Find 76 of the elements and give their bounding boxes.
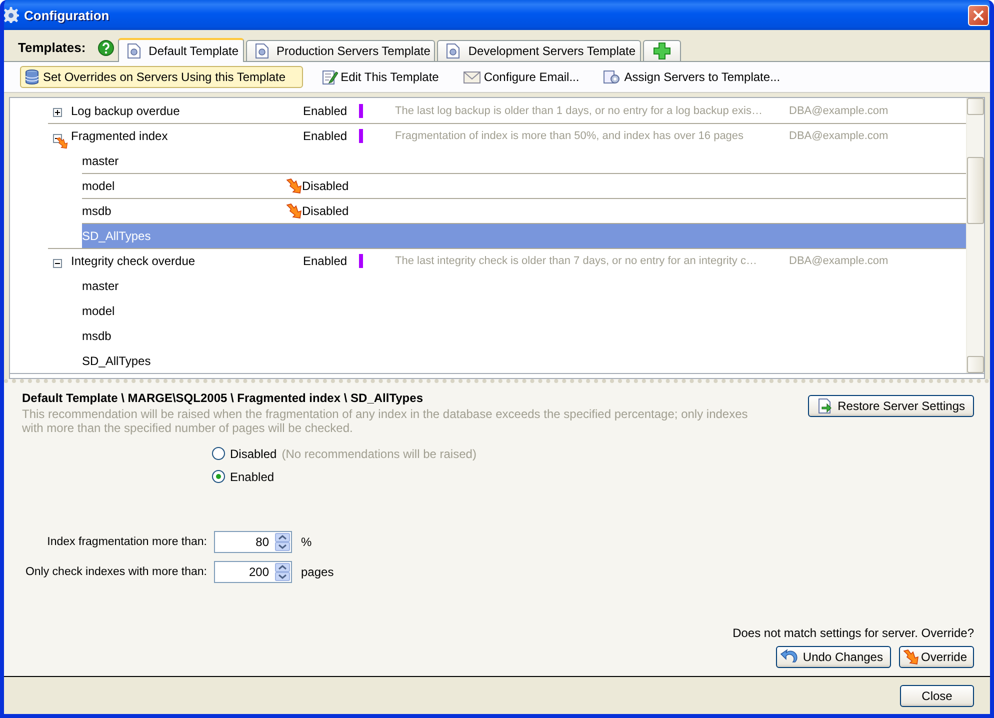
status-text: Disabled [302, 204, 350, 218]
field-label: Index fragmentation more than: [46, 536, 207, 548]
database-row[interactable]: model [82, 298, 966, 323]
database-name: model [82, 179, 116, 193]
window-title: Configuration [24, 8, 110, 22]
option-note: (No recommendations will be raised) [282, 446, 476, 460]
close-button[interactable] [968, 4, 989, 26]
field-label: Only check indexes with more than: [24, 566, 207, 578]
undo-icon [780, 649, 798, 665]
unit-label: % [301, 535, 312, 549]
database-icon [24, 69, 40, 85]
document-icon [126, 42, 141, 58]
radio-button[interactable] [212, 470, 225, 483]
rule-description: The last log backup is older than 1 days, or no entry for a log backup exis… [395, 104, 764, 116]
option-label[interactable]: Disabled [230, 446, 277, 460]
database-name: master [82, 278, 120, 292]
database-row[interactable]: model Disabled [82, 173, 966, 198]
rule-description: The last integrity check is older than 7 days, or no entry for an integrity c… [395, 255, 758, 267]
database-row[interactable]: master [82, 273, 966, 298]
database-name: master [82, 154, 120, 168]
toolbar-button[interactable]: Edit This Template [316, 66, 444, 88]
template-tab[interactable]: Default Template [118, 38, 244, 62]
breadcrumb-path: Default Template \ MARGE\SQL2005 \ Fragmented index \ SD_AllTypes [22, 391, 424, 405]
database-row[interactable]: SD_AllTypes [82, 348, 966, 373]
add-tab-button[interactable] [642, 40, 681, 61]
status-text: Disabled [302, 179, 350, 193]
database-name: msdb [82, 204, 112, 218]
database-row[interactable]: msdb [82, 323, 966, 348]
envelope-icon [462, 70, 481, 84]
rule-row[interactable]: Log backup overdue Enabled The last log backup is older than 1 days, or no entry for a log backup exis… DBA@example.com [48, 98, 966, 123]
database-row[interactable]: master [82, 148, 966, 173]
undo-button[interactable]: Undo Changes [776, 646, 891, 668]
mismatch-message: Does not match settings for server. Override? [732, 626, 974, 640]
email-address: DBA@example.com [789, 130, 890, 142]
close-icon [973, 10, 984, 20]
help-icon [98, 40, 114, 56]
unit-label: pages [301, 565, 334, 579]
override-button[interactable]: Override [898, 646, 974, 668]
toolbar-button[interactable]: Configure Email... [458, 66, 584, 88]
restore-icon [816, 398, 833, 414]
status-text: Enabled [303, 254, 348, 268]
status-text: Enabled [303, 104, 348, 118]
close-dialog-button[interactable]: Close [900, 684, 974, 706]
template-tab[interactable]: Development Servers Template [437, 40, 641, 61]
rule-description: Fragmentation of index is more than 50%, and index has over 16 pages [395, 130, 745, 142]
database-name: model [82, 304, 116, 318]
arrow-icon [902, 649, 919, 665]
toolbar-button[interactable]: Assign Servers to Template... [598, 66, 786, 88]
expand-icon[interactable] [53, 108, 62, 117]
spin-buttons[interactable] [275, 563, 290, 581]
status-text: Enabled [303, 129, 348, 143]
rule-name[interactable]: Log backup overdue [67, 104, 285, 118]
email-address: DBA@example.com [789, 255, 890, 267]
collapse-icon[interactable] [53, 258, 62, 268]
document-icon [254, 43, 269, 59]
toolbar-button[interactable]: Set Overrides on Servers Using this Template [20, 66, 303, 88]
rule-description: This recommendation will be raised when the fragmentation of any index in the database exceeds the specified percentage; only indexes with more than the specified number of pages will be checked. [22, 407, 749, 435]
document-icon [446, 43, 460, 59]
templates-label: Templates: [18, 40, 86, 55]
database-name: SD_AllTypes [82, 354, 152, 368]
database-name: SD_AllTypes [82, 229, 152, 243]
plus-icon [652, 42, 671, 60]
database-name: msdb [82, 328, 112, 342]
gear-icon [4, 7, 19, 23]
rule-row[interactable]: Integrity check overdue Enabled The last integrity check is older than 7 days, or no entry for an integrity c… DBA@example.com [48, 248, 966, 273]
email-address: DBA@example.com [789, 104, 890, 116]
edit-icon [322, 69, 338, 85]
template-tab[interactable]: Production Servers Template [246, 40, 436, 61]
server-gear-icon [603, 69, 622, 85]
rule-name[interactable]: Integrity check overdue [67, 254, 285, 268]
scrollbar[interactable] [966, 98, 984, 373]
restore-button[interactable]: Restore Server Settings [808, 395, 974, 417]
spin-buttons[interactable] [275, 533, 290, 551]
option-label[interactable]: Enabled [230, 470, 274, 484]
rule-name[interactable]: Fragmented index [67, 129, 285, 143]
radio-button[interactable] [212, 447, 225, 460]
